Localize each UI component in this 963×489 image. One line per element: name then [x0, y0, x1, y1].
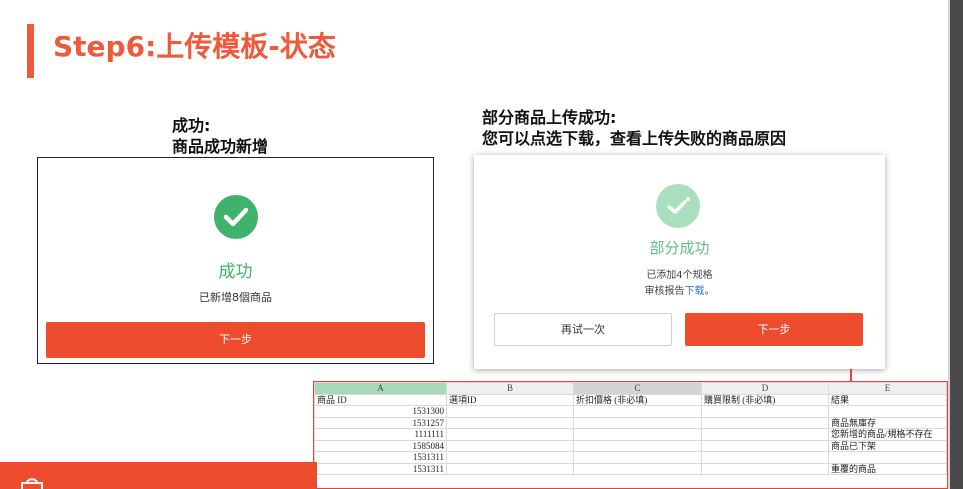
header-row: 商品 ID 選項ID 折扣價格 (非必填) 購買限制 (非必填) 結果	[314, 393, 947, 406]
next-step-button[interactable]: 下一步	[46, 322, 425, 358]
table-row: 1531311	[314, 451, 947, 464]
next-step-button-partial[interactable]: 下一步	[685, 313, 863, 346]
table-cell[interactable]	[573, 462, 702, 475]
footer-brand-strip	[0, 462, 317, 489]
page-title: Step6:上传模板-状态	[53, 30, 336, 63]
table-cell[interactable]	[573, 428, 702, 441]
success-caption: 成功: 商品成功新增	[172, 115, 268, 157]
partial-caption-line2: 您可以点选下载，查看上传失败的商品原因	[482, 129, 787, 148]
table-cell[interactable]	[701, 451, 829, 464]
table-cell[interactable]: 選項ID	[446, 393, 574, 406]
table-cell[interactable]: 商品已下架	[828, 439, 947, 452]
title-accent-bar	[27, 24, 34, 78]
table-cell[interactable]	[573, 405, 702, 418]
report-table: A B C D E 商品 ID 選項ID 折扣價格 (非必填) 購買限制 (非必…	[314, 382, 947, 475]
table-row: 1585084 商品已下架	[314, 439, 947, 452]
column-letter[interactable]: E	[828, 382, 947, 395]
partial-caption: 部分商品上传成功: 您可以点选下载，查看上传失败的商品原因	[482, 107, 786, 149]
retry-button[interactable]: 再试一次	[494, 313, 672, 346]
partial-caption-line1: 部分商品上传成功:	[482, 108, 617, 127]
table-cell[interactable]	[446, 416, 574, 429]
table-cell[interactable]: 折扣價格 (非必填)	[573, 393, 702, 406]
column-letter[interactable]: C	[573, 382, 702, 395]
table-row: 1531257 商品無庫存	[314, 416, 947, 429]
table-row: 1111111 您新增的商品/規格不存在	[314, 428, 947, 441]
table-cell[interactable]	[446, 462, 574, 475]
table-cell[interactable]	[446, 451, 574, 464]
table-cell[interactable]	[701, 462, 829, 475]
check-circle-icon	[214, 195, 258, 239]
partial-status-count: 已添加4个规格	[646, 270, 713, 281]
table-cell[interactable]: 您新增的商品/規格不存在	[828, 428, 947, 441]
shopping-bag-icon	[21, 478, 43, 489]
partial-status-title: 部分成功	[649, 239, 710, 257]
table-cell[interactable]: 1531311	[314, 451, 447, 464]
partial-status-report: 审核报告下载。	[474, 282, 885, 297]
success-status-title: 成功	[218, 262, 253, 282]
success-caption-line2: 商品成功新增	[172, 137, 269, 156]
table-cell[interactable]: 商品無庫存	[828, 416, 947, 429]
partial-success-dialog: 部分成功 已添加4个规格 审核报告下载。 再试一次 下一步	[474, 155, 885, 369]
table-cell[interactable]	[573, 451, 702, 464]
table-row: 1531311 重覆的商品	[314, 462, 947, 475]
table-cell[interactable]: 商品 ID	[314, 393, 447, 406]
table-cell[interactable]	[446, 405, 574, 418]
table-cell[interactable]	[573, 439, 702, 452]
download-report-link[interactable]: 下载	[685, 286, 705, 297]
report-spreadsheet: A B C D E 商品 ID 選項ID 折扣價格 (非必填) 購買限制 (非必…	[313, 381, 948, 489]
table-cell[interactable]	[446, 439, 574, 452]
table-row: 1531300	[314, 405, 947, 418]
table-cell[interactable]: 結果	[828, 393, 947, 406]
table-cell[interactable]	[573, 416, 702, 429]
table-cell[interactable]: 1111111	[314, 428, 447, 441]
table-cell[interactable]	[701, 428, 829, 441]
window-edge	[950, 0, 963, 489]
report-label: 审核报告	[644, 286, 685, 297]
success-status-subtitle: 已新增8個商品	[199, 291, 272, 304]
table-cell[interactable]: 1531257	[314, 416, 447, 429]
column-letter[interactable]: D	[701, 382, 829, 395]
column-letter[interactable]: A	[314, 382, 447, 395]
table-cell[interactable]	[828, 451, 947, 464]
table-cell[interactable]: 1585084	[314, 439, 447, 452]
table-cell[interactable]	[446, 428, 574, 441]
table-cell[interactable]: 1531300	[314, 405, 447, 418]
column-letter[interactable]: B	[446, 382, 574, 395]
table-cell[interactable]	[828, 405, 947, 418]
partial-check-icon	[656, 184, 700, 228]
table-cell[interactable]	[701, 416, 829, 429]
report-suffix: 。	[704, 286, 715, 297]
success-dialog: 成功 已新增8個商品 下一步	[37, 157, 434, 364]
success-caption-line1: 成功:	[172, 116, 211, 135]
table-cell[interactable]	[701, 439, 829, 452]
table-cell[interactable]: 重覆的商品	[828, 462, 947, 475]
table-cell[interactable]: 1531311	[314, 462, 447, 475]
column-letter-row: A B C D E	[314, 382, 947, 395]
table-cell[interactable]	[701, 405, 829, 418]
table-cell[interactable]: 購買限制 (非必填)	[701, 393, 829, 406]
